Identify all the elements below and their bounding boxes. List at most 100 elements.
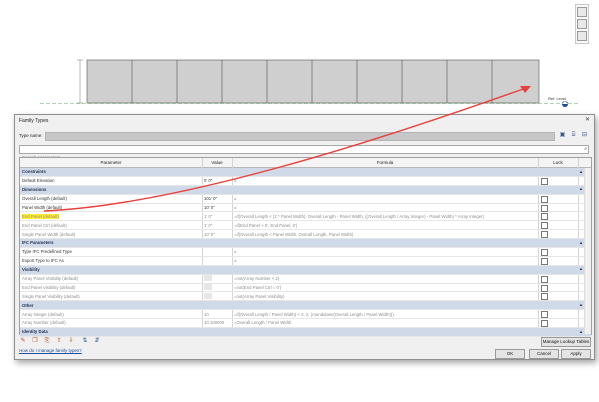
table-row[interactable]: Single Panel Visibility (default) =not(Ar… xyxy=(20,292,591,302)
apply-button[interactable]: Apply xyxy=(561,349,591,359)
parameter-formula[interactable]: =if(End Panel > 0', End Panel, 0') xyxy=(234,223,297,228)
collapse-icon[interactable]: ▲ xyxy=(579,266,583,271)
lock-checkbox[interactable] xyxy=(541,293,548,301)
cancel-button[interactable]: Cancel xyxy=(529,349,559,359)
lock-checkbox[interactable] xyxy=(541,177,548,185)
ok-button[interactable]: OK xyxy=(495,349,525,359)
value-checkbox[interactable] xyxy=(204,293,212,299)
table-row[interactable]: Array Integer (default) 10 =if(Overall Len… xyxy=(20,310,591,320)
parameter-formula[interactable]: = xyxy=(234,249,237,254)
parameter-value[interactable]: 101' 0" xyxy=(204,196,217,201)
lock-checkbox[interactable] xyxy=(541,320,548,328)
table-row[interactable]: Array Number (default) 10.100000 =Overall … xyxy=(20,319,591,329)
vertical-scrollbar[interactable] xyxy=(584,168,591,334)
parameter-value[interactable]: 10 xyxy=(204,312,209,317)
table-row[interactable]: Panel Width (default) 10' 0" = xyxy=(20,204,591,213)
move-up-icon[interactable]: ⇧ xyxy=(55,337,63,345)
collapse-icon[interactable]: ▲ xyxy=(579,240,583,245)
collapse-icon[interactable]: ▲ xyxy=(579,302,583,307)
parameter-value[interactable]: 1' 0" xyxy=(204,214,212,219)
table-header: Parameter Value Formula Lock xyxy=(20,158,591,168)
lock-checkbox[interactable] xyxy=(541,204,548,212)
value-checkbox[interactable] xyxy=(204,275,212,281)
table-group-row[interactable]: IFC Parameters ▲ xyxy=(20,239,591,249)
table-group-row[interactable]: Other ▲ xyxy=(20,301,591,311)
column-lock[interactable]: Lock xyxy=(538,160,578,165)
search-icon[interactable]: ⌕ xyxy=(584,146,587,153)
table-group-row[interactable]: Dimensions ▲ xyxy=(20,185,591,195)
help-link[interactable]: How do I manage family types? xyxy=(19,348,82,353)
lock-checkbox[interactable] xyxy=(541,213,548,221)
table-row[interactable]: Export Type to IFC As = xyxy=(20,257,591,266)
lock-checkbox[interactable] xyxy=(541,249,548,257)
lock-checkbox[interactable] xyxy=(541,195,548,203)
parameter-formula[interactable]: =not(End Panel Ctrl = 0') xyxy=(234,285,281,290)
table-row[interactable]: Default Elevation 0' 0" = xyxy=(20,177,591,186)
table-row[interactable]: End Panel Visibility (default) =not(End P… xyxy=(20,284,591,293)
navigation-bar[interactable] xyxy=(575,4,589,44)
parameter-formula[interactable]: = xyxy=(234,178,237,183)
delete-type-icon[interactable]: ⊟ xyxy=(581,132,588,139)
parameter-name: Overall Length (default) xyxy=(22,195,67,201)
parameter-formula[interactable]: =Overall Length / Panel Width xyxy=(234,320,291,325)
parameter-formula[interactable]: = xyxy=(234,205,237,210)
level-marker-icon xyxy=(562,101,568,107)
parameter-name: End Panel Ctrl (default) xyxy=(22,222,67,228)
parameter-name: Export Type to IFC As xyxy=(22,258,64,264)
parameter-formula[interactable]: =if(Overall Length / Panel Width) < 2, 2… xyxy=(234,312,394,317)
search-field[interactable]: ⌕ xyxy=(19,145,589,161)
new-type-icon[interactable]: ▣ xyxy=(559,132,566,139)
parameter-formula[interactable]: = xyxy=(234,196,237,201)
move-down-icon[interactable]: ⇩ xyxy=(67,337,75,345)
parameter-value[interactable]: 10' 0" xyxy=(204,205,215,210)
parameters-table: Parameter Value Formula Lock Constraints… xyxy=(19,157,592,337)
collapse-icon[interactable]: ▲ xyxy=(579,329,583,334)
parameter-formula[interactable]: =if(Overall Length < (2 * Panel Width), … xyxy=(234,214,484,219)
view-cube-icon[interactable] xyxy=(577,7,587,17)
new-parameter-icon[interactable]: ❐ xyxy=(31,337,39,345)
parameter-formula[interactable]: =if(Overall Length < Panel Width, Overal… xyxy=(234,232,353,237)
table-row[interactable]: End Panel (default) 1' 0" =if(Overall Leng… xyxy=(20,212,591,222)
column-value[interactable]: Value xyxy=(202,160,232,165)
lock-checkbox[interactable] xyxy=(541,275,548,283)
rename-type-icon[interactable]: ⌸ xyxy=(570,132,577,139)
lock-checkbox[interactable] xyxy=(541,284,548,292)
lock-checkbox[interactable] xyxy=(541,257,548,265)
table-rows: Constraints ▲ Default Elevation 0' 0" = Dimen… xyxy=(20,168,591,337)
column-parameter[interactable]: Parameter xyxy=(20,160,202,165)
type-name-select[interactable] xyxy=(45,132,555,141)
close-icon[interactable]: ✕ xyxy=(585,116,590,123)
table-row[interactable]: End Panel Ctrl (default) 1' 0" =if(End Pan… xyxy=(20,221,591,231)
parameter-formula[interactable]: =not(Array Number < 2) xyxy=(234,276,279,281)
parameter-toolbar: ✎ ❐ ⎘ ⇧ ⇩ ⇅ ⇵ xyxy=(19,337,199,345)
parameter-value[interactable]: 10.100000 xyxy=(204,320,224,325)
value-checkbox[interactable] xyxy=(204,284,212,290)
zoom-icon[interactable] xyxy=(577,31,587,41)
table-row[interactable]: Single Panel Width (default) 10' 0" =if(Ov… xyxy=(20,230,591,240)
lock-checkbox[interactable] xyxy=(541,222,548,230)
table-group-row[interactable]: Visibility ▲ xyxy=(20,265,591,275)
collapse-icon[interactable]: ▲ xyxy=(579,169,583,174)
table-row[interactable]: Overall Length (default) 101' 0" = xyxy=(20,195,591,204)
manage-lookup-tables-button[interactable]: Manage Lookup Tables xyxy=(541,337,591,347)
family-types-dialog: Family Types ✕ Type name: ▣ ⌸ ⊟ ⌕ Parame… xyxy=(14,114,595,360)
lock-checkbox[interactable] xyxy=(541,311,548,319)
delete-parameter-icon[interactable]: ⎘ xyxy=(43,337,51,345)
type-name-row: Type name: ▣ ⌸ ⊟ xyxy=(19,132,590,141)
parameter-value[interactable]: 10' 0" xyxy=(204,232,215,237)
parameter-formula[interactable]: = xyxy=(234,258,237,263)
table-group-row[interactable]: Constraints ▲ xyxy=(20,168,591,177)
sort-descending-icon[interactable]: ⇵ xyxy=(93,337,101,345)
edit-parameter-icon[interactable]: ✎ xyxy=(19,337,27,345)
sort-ascending-icon[interactable]: ⇅ xyxy=(81,337,89,345)
lock-checkbox[interactable] xyxy=(541,231,548,239)
table-row[interactable]: Type IFC Predefined Type = xyxy=(20,248,591,257)
column-formula[interactable]: Formula xyxy=(232,160,538,165)
collapse-icon[interactable]: ▲ xyxy=(579,186,583,191)
pan-icon[interactable] xyxy=(577,19,587,29)
parameter-value[interactable]: 1' 0" xyxy=(204,223,212,228)
parameter-formula[interactable]: =not(Array Panel Visibility) xyxy=(234,294,284,299)
table-group-row[interactable]: Identity Data ▲ xyxy=(20,328,591,337)
table-row[interactable]: Array Panel Visibility (default) =not(Arr… xyxy=(20,275,591,284)
parameter-value[interactable]: 0' 0" xyxy=(204,178,212,183)
